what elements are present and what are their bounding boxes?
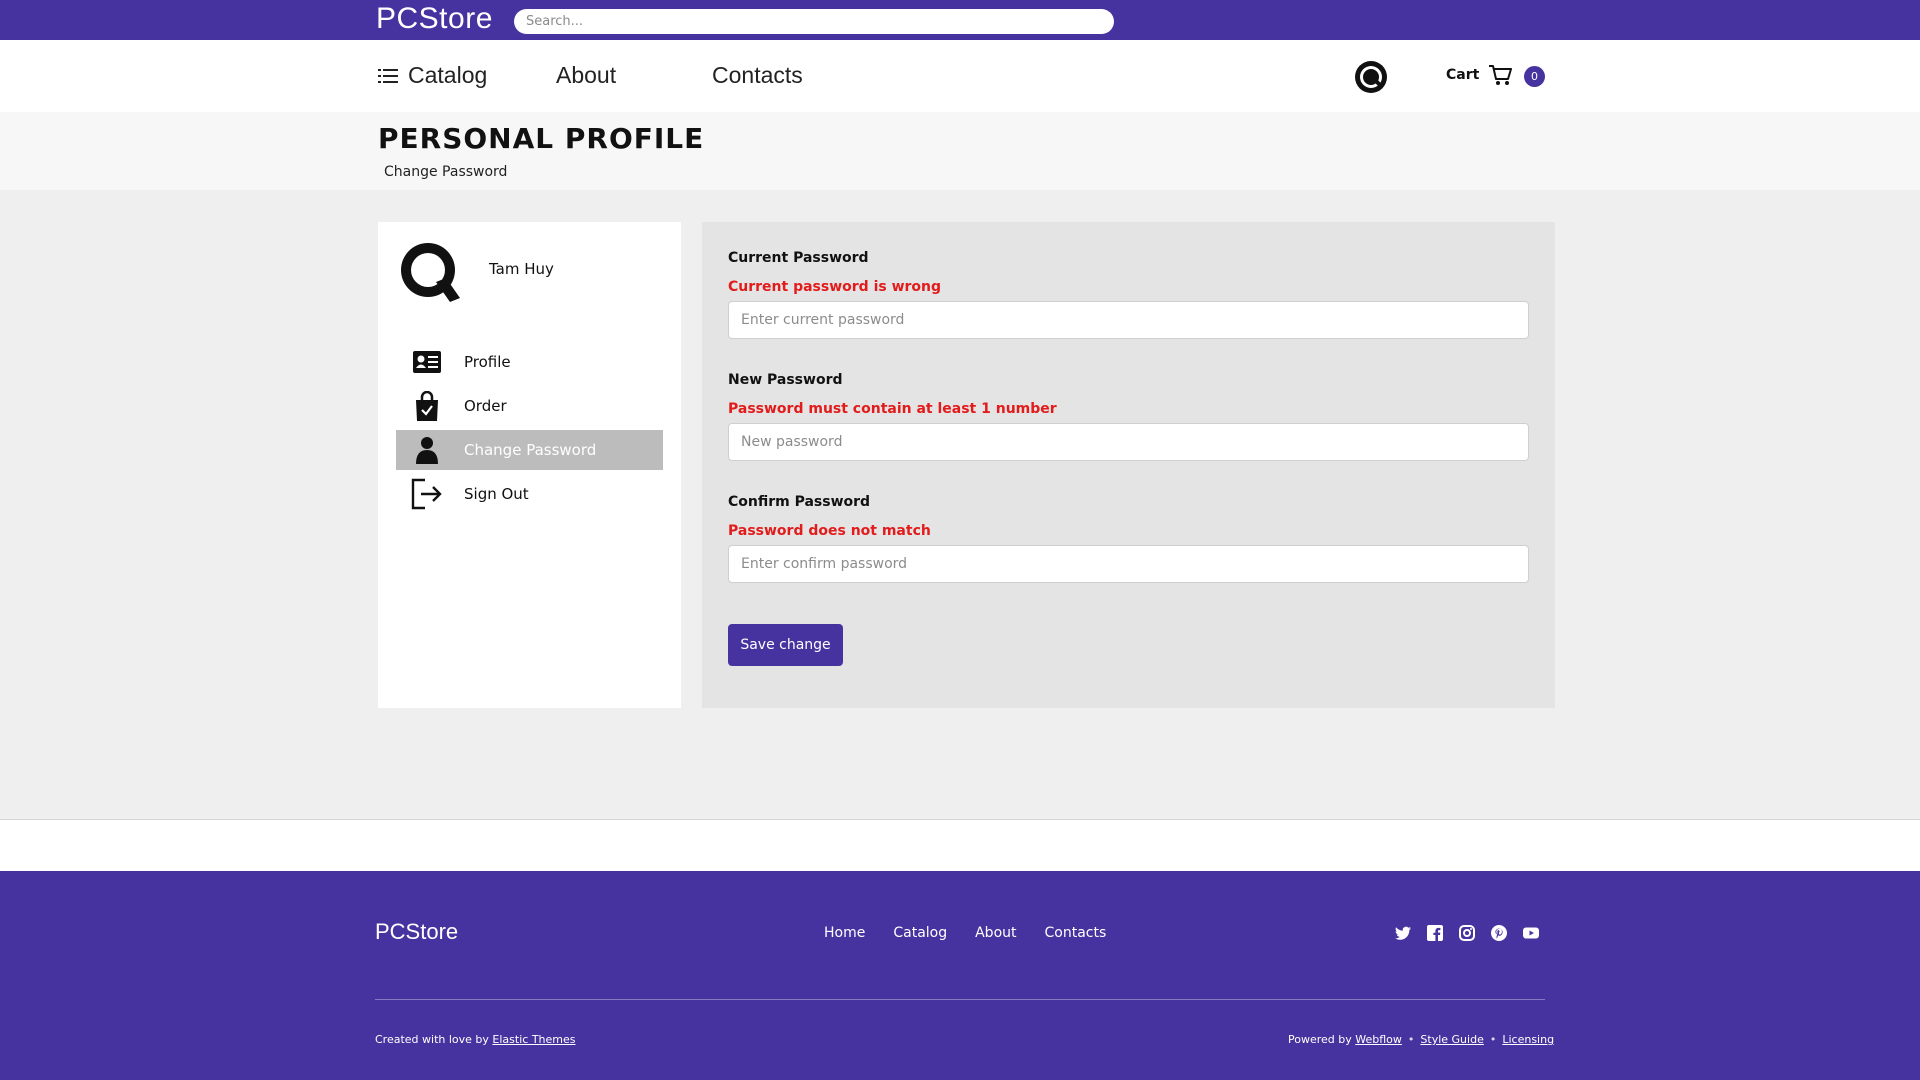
main-nav: Catalog About Contacts Cart 0 <box>0 40 1920 112</box>
licensing-link[interactable]: Licensing <box>1502 1033 1554 1046</box>
footer-link-home[interactable]: Home <box>824 925 865 941</box>
breadcrumb: Change Password <box>384 164 508 180</box>
id-card-icon <box>410 345 444 379</box>
footer-separator: • <box>1407 1033 1415 1046</box>
footer-separator: • <box>1489 1033 1497 1046</box>
profile-sidebar: Tam Huy Profile Order Change Password Si… <box>378 222 681 708</box>
person-icon <box>410 433 444 467</box>
elastic-themes-link[interactable]: Elastic Themes <box>492 1033 575 1046</box>
instagram-icon[interactable] <box>1459 925 1475 941</box>
nav-catalog[interactable]: Catalog <box>378 62 487 89</box>
current-password-input[interactable] <box>728 301 1529 339</box>
sidebar-item-profile[interactable]: Profile <box>396 342 663 382</box>
facebook-icon[interactable] <box>1427 925 1443 941</box>
cart-label[interactable]: Cart <box>1446 67 1479 83</box>
sidebar-item-label: Order <box>464 397 507 415</box>
sidebar-item-order[interactable]: Order <box>396 386 663 426</box>
top-bar: PCStore <box>0 0 1920 40</box>
user-name: Tam Huy <box>489 260 554 278</box>
sign-out-icon <box>410 477 444 511</box>
list-icon <box>378 68 398 83</box>
powered-prefix: Powered by <box>1288 1033 1356 1046</box>
webflow-link[interactable]: Webflow <box>1355 1033 1402 1046</box>
footer-nav: Home Catalog About Contacts <box>824 925 1106 941</box>
save-change-button[interactable]: Save change <box>728 624 843 666</box>
search-input[interactable] <box>514 9 1114 34</box>
social-links <box>1395 925 1539 941</box>
confirm-password-input[interactable] <box>728 545 1529 583</box>
nav-contacts[interactable]: Contacts <box>712 62 803 89</box>
avatar <box>401 243 460 302</box>
new-password-error: Password must contain at least 1 number <box>728 401 1057 417</box>
sidebar-item-change-password[interactable]: Change Password <box>396 430 663 470</box>
cart-count-badge: 0 <box>1524 66 1545 87</box>
change-password-form: Current Password Current password is wro… <box>702 222 1555 708</box>
footer-divider <box>375 999 1545 1000</box>
sidebar-item-label: Profile <box>464 353 511 371</box>
account-icon[interactable] <box>1354 60 1388 94</box>
current-password-label: Current Password <box>728 250 869 266</box>
new-password-label: New Password <box>728 372 843 388</box>
twitter-icon[interactable] <box>1395 925 1411 941</box>
content-divider-strip <box>0 819 1920 871</box>
footer-brand[interactable]: PCStore <box>375 919 458 945</box>
footer-credit-prefix: Created with love by <box>375 1033 493 1046</box>
shopping-bag-icon <box>410 389 444 423</box>
footer: PCStore Home Catalog About Contacts Crea… <box>0 871 1920 1080</box>
sidebar-item-sign-out[interactable]: Sign Out <box>396 474 663 514</box>
youtube-icon[interactable] <box>1523 925 1539 941</box>
confirm-password-label: Confirm Password <box>728 494 871 510</box>
pinterest-icon[interactable] <box>1491 925 1507 941</box>
brand-logo[interactable]: PCStore <box>376 2 493 36</box>
confirm-password-error: Password does not match <box>728 523 931 539</box>
footer-link-about[interactable]: About <box>975 925 1016 941</box>
nav-about[interactable]: About <box>556 62 616 89</box>
footer-link-catalog[interactable]: Catalog <box>893 925 947 941</box>
sidebar-item-label: Sign Out <box>464 485 529 503</box>
current-password-error: Current password is wrong <box>728 279 942 295</box>
sidebar-item-label: Change Password <box>464 441 597 459</box>
footer-link-contacts[interactable]: Contacts <box>1045 925 1107 941</box>
new-password-input[interactable] <box>728 423 1529 461</box>
footer-credit: Created with love by Elastic Themes <box>375 1033 576 1046</box>
cart-icon[interactable] <box>1488 63 1512 87</box>
footer-legal: Powered by Webflow • Style Guide • Licen… <box>1288 1033 1554 1046</box>
page-title: PERSONAL PROFILE <box>378 122 705 155</box>
style-guide-link[interactable]: Style Guide <box>1420 1033 1483 1046</box>
page-header: PERSONAL PROFILE Change Password <box>0 112 1920 190</box>
nav-catalog-label: Catalog <box>408 62 488 88</box>
